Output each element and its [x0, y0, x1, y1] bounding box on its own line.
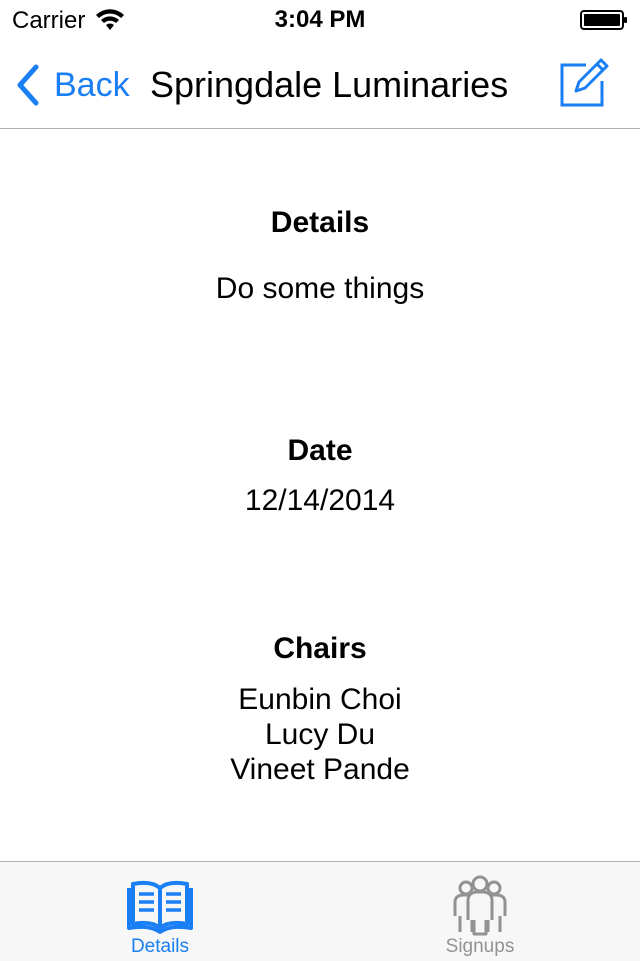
details-heading: Details — [270, 206, 370, 239]
details-value: Do some things — [215, 272, 425, 305]
tab-bar: Details Signups — [0, 861, 640, 961]
chairs-heading: Chairs — [273, 632, 367, 665]
date-heading: Date — [287, 434, 353, 467]
chair-name: Lucy Du — [264, 718, 376, 751]
people-icon — [453, 875, 507, 936]
battery-icon — [580, 10, 627, 30]
date-value: 12/14/2014 — [244, 484, 396, 517]
edit-icon[interactable] — [560, 58, 610, 108]
chevron-left-icon — [17, 64, 39, 106]
back-button[interactable]: Back — [14, 62, 130, 108]
book-icon — [127, 880, 193, 934]
back-label: Back — [54, 65, 130, 104]
tab-signups-label: Signups — [445, 936, 515, 957]
navigation-bar: Back Springdale Luminaries — [0, 40, 640, 129]
tab-details-label: Details — [130, 936, 190, 957]
chair-name: Vineet Pande — [230, 753, 410, 786]
chair-name: Eunbin Choi — [238, 683, 402, 716]
status-time: 3:04 PM — [274, 6, 366, 33]
page-title: Springdale Luminaries — [150, 64, 509, 105]
tab-signups[interactable]: Signups — [320, 862, 640, 961]
tab-details[interactable]: Details — [0, 862, 320, 961]
chairs-list: Eunbin Choi Lucy Du Vineet Pande — [0, 682, 640, 787]
status-bar: Carrier 3:04 PM — [0, 0, 640, 40]
